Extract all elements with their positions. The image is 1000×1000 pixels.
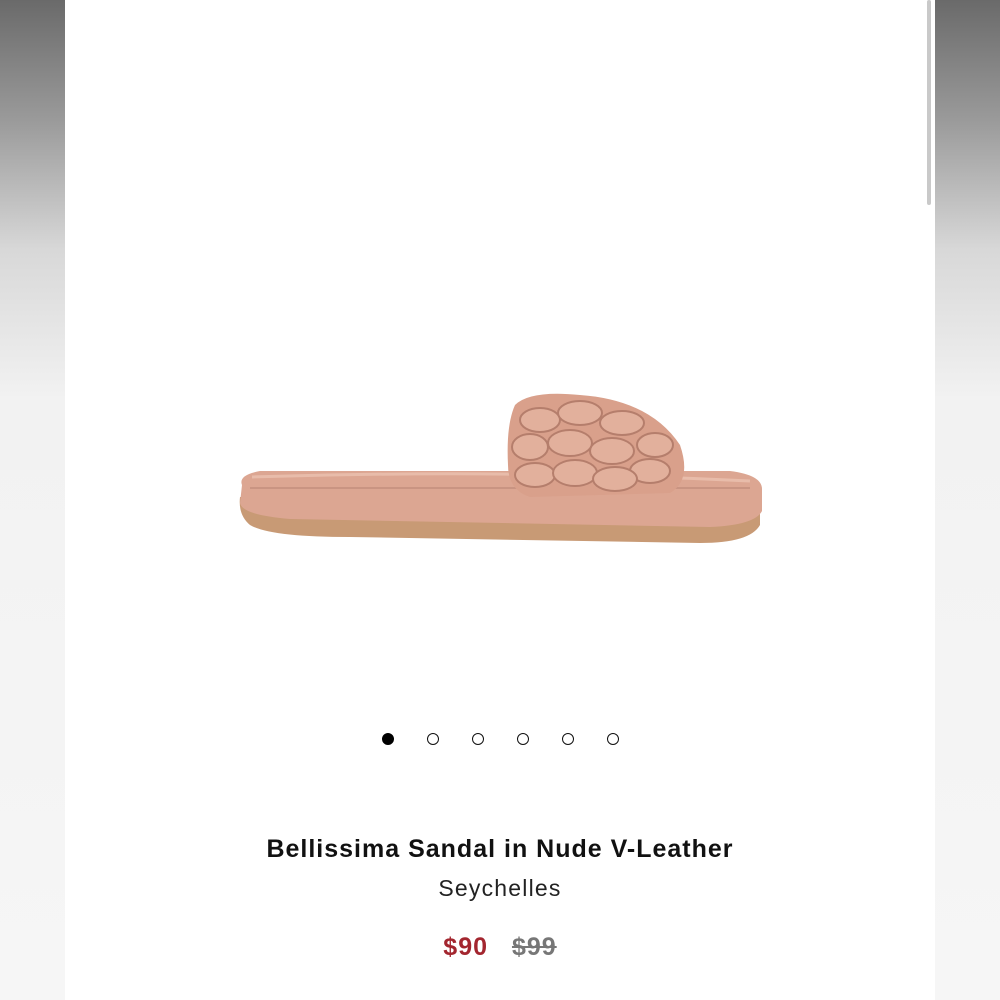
background-right: [936, 0, 1000, 1000]
carousel-dots: [65, 733, 935, 745]
product-title[interactable]: Bellissima Sandal in Nude V-Leather: [65, 835, 935, 864]
sale-price: $90: [443, 933, 489, 961]
carousel-dot-1[interactable]: [381, 733, 394, 745]
photo-frame: Bellissima Sandal in Nude V-Leather Seyc…: [0, 0, 1000, 1000]
carousel-dot-4[interactable]: [516, 733, 529, 745]
product-image[interactable]: [230, 385, 770, 560]
price-row: $90 $99: [65, 933, 935, 962]
product-page: Bellissima Sandal in Nude V-Leather Seyc…: [65, 0, 935, 1000]
carousel-dot-6[interactable]: [606, 733, 619, 745]
product-brand[interactable]: Seychelles: [65, 875, 935, 902]
carousel-dot-2[interactable]: [426, 733, 439, 745]
sandal-braided-strap: [507, 393, 685, 497]
scrollbar[interactable]: [927, 0, 931, 205]
carousel-dot-5[interactable]: [561, 733, 574, 745]
carousel-dot-3[interactable]: [471, 733, 484, 745]
original-price: $99: [511, 933, 557, 961]
